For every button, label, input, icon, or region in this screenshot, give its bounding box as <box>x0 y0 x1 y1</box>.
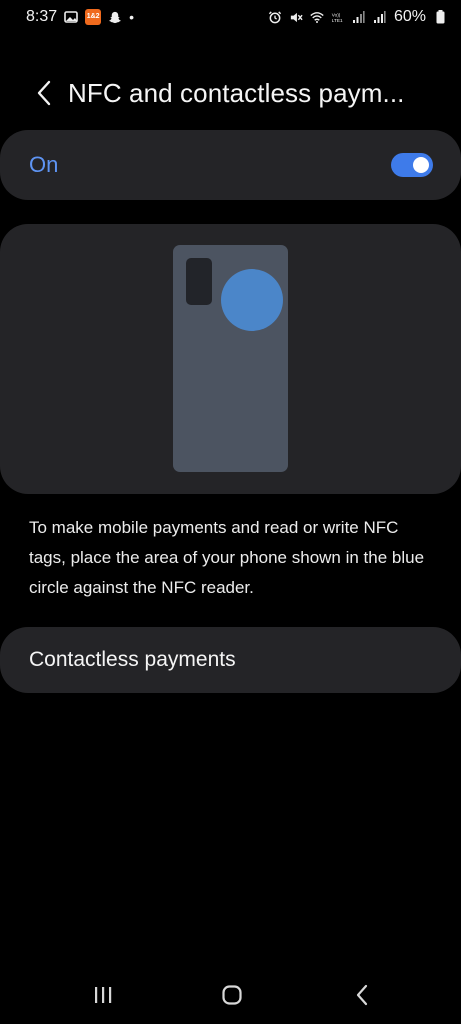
navigation-bar <box>0 970 461 1020</box>
volte-icon: Vo)) LTE1 <box>331 10 345 24</box>
image-icon <box>64 10 78 24</box>
nfc-settings-screen: 8:37 1&2 • Vo)) LTE1 60% NFC and contact… <box>0 0 461 1024</box>
mute-icon <box>289 10 303 24</box>
snapchat-icon <box>108 10 122 24</box>
chevron-left-icon <box>37 80 51 106</box>
toggle-knob <box>413 157 429 173</box>
nfc-area-circle <box>221 269 283 331</box>
recent-apps-icon <box>95 987 112 1003</box>
signal-icon <box>373 10 387 24</box>
svg-text:LTE1: LTE1 <box>332 17 343 22</box>
nav-back-button[interactable] <box>342 980 382 1010</box>
toggle-label: On <box>29 152 59 177</box>
back-icon <box>356 984 368 1006</box>
home-button[interactable] <box>212 980 252 1010</box>
svg-text:Vo)): Vo)) <box>332 12 341 17</box>
battery-percent: 60% <box>393 8 426 25</box>
camera-module-illustration <box>186 258 212 305</box>
nfc-description: To make mobile payments and read or writ… <box>29 518 425 597</box>
nfc-master-toggle-row[interactable]: On <box>0 130 461 200</box>
alarm-icon <box>268 10 282 24</box>
status-left: 8:37 1&2 • <box>26 8 134 26</box>
notification-dot: • <box>129 9 135 25</box>
contactless-payments-item[interactable]: Contactless payments <box>0 627 461 693</box>
app-header: NFC and contactless paym... <box>0 70 461 116</box>
status-right: Vo)) LTE1 60% <box>268 8 447 26</box>
phone-back-illustration <box>173 245 288 472</box>
home-icon <box>222 985 242 1005</box>
signal-icon <box>352 10 366 24</box>
nfc-toggle-switch[interactable] <box>391 153 433 177</box>
nfc-location-illustration <box>0 224 461 494</box>
battery-icon <box>433 10 447 24</box>
contactless-payments-label: Contactless payments <box>29 648 236 671</box>
app-badge-icon: 1&2 <box>85 9 102 25</box>
recent-apps-button[interactable] <box>83 980 123 1010</box>
page-title: NFC and contactless paym... <box>68 77 405 108</box>
status-time: 8:37 <box>26 8 58 25</box>
wifi-icon <box>310 10 324 24</box>
back-button[interactable] <box>24 70 64 116</box>
status-bar: 8:37 1&2 • Vo)) LTE1 60% <box>0 0 461 34</box>
